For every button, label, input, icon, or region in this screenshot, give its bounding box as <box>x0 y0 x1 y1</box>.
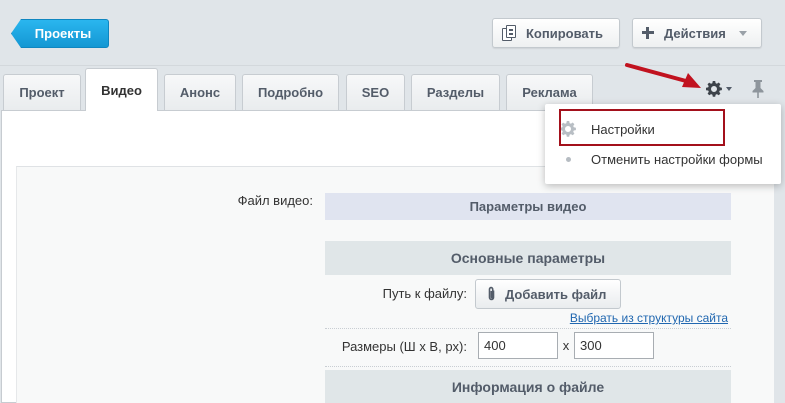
form-settings-dropdown[interactable] <box>706 80 736 98</box>
app-window: Проекты Копировать Действия Проект Видео… <box>0 0 785 403</box>
tab-label: Анонс <box>179 85 221 100</box>
tab-announce[interactable]: Анонс <box>164 74 236 110</box>
projects-back-label: Проекты <box>34 26 92 41</box>
tab-seo[interactable]: SEO <box>346 74 405 110</box>
gear-icon <box>706 81 722 97</box>
projects-back-button[interactable]: Проекты <box>11 19 109 48</box>
tab-label: Видео <box>101 82 142 98</box>
tab-label: Разделы <box>426 85 485 100</box>
add-file-label: Добавить файл <box>505 286 607 302</box>
menu-item-label: Отменить настройки формы <box>591 151 763 167</box>
basic-params-header: Основные параметры <box>325 241 731 275</box>
form-settings-menu: Настройки Отменить настройки формы <box>545 104 781 184</box>
tab-project[interactable]: Проект <box>3 74 81 110</box>
select-from-structure-link[interactable]: Выбрать из структуры сайта <box>554 311 728 325</box>
pin-icon[interactable] <box>751 80 765 98</box>
video-params-header: Параметры видео <box>325 193 731 220</box>
tab-sections[interactable]: Разделы <box>411 74 500 110</box>
dimensions-label: Размеры (Ш х В, px): <box>341 339 467 354</box>
video-file-label: Файл видео: <box>237 193 313 208</box>
copy-icon <box>502 25 517 41</box>
top-toolbar: Проекты Копировать Действия <box>0 0 785 66</box>
copy-button-label: Копировать <box>526 25 604 41</box>
paperclip-icon <box>488 286 495 301</box>
tab-label: Подробно <box>257 85 324 100</box>
tab-label: Проект <box>19 85 65 100</box>
tab-video[interactable]: Видео <box>85 68 158 111</box>
row-divider <box>325 328 731 329</box>
chevron-down-icon <box>738 30 747 36</box>
video-form-area: Файл видео: Параметры видео Основные пар… <box>16 166 774 403</box>
row-divider <box>325 366 731 367</box>
width-input[interactable] <box>478 332 558 359</box>
actions-button[interactable]: Действия <box>632 18 762 48</box>
bullet-icon <box>566 157 571 162</box>
tab-details[interactable]: Подробно <box>242 74 339 110</box>
menu-item-label: Настройки <box>591 121 655 137</box>
plus-icon <box>642 27 654 39</box>
height-input[interactable] <box>574 332 654 359</box>
dimensions-separator: x <box>562 338 570 353</box>
chevron-down-icon <box>726 87 732 91</box>
copy-button[interactable]: Копировать <box>492 18 620 48</box>
actions-button-label: Действия <box>664 25 726 41</box>
tab-label: SEO <box>361 85 390 100</box>
file-info-header: Информация о файле <box>325 370 731 403</box>
add-file-button[interactable]: Добавить файл <box>475 279 621 309</box>
tab-label: Реклама <box>522 85 577 100</box>
file-path-label: Путь к файлу: <box>382 286 467 301</box>
menu-item-reset-form-settings[interactable]: Отменить настройки формы <box>545 145 781 173</box>
gear-icon <box>560 121 576 137</box>
menu-item-settings[interactable]: Настройки <box>545 115 781 143</box>
